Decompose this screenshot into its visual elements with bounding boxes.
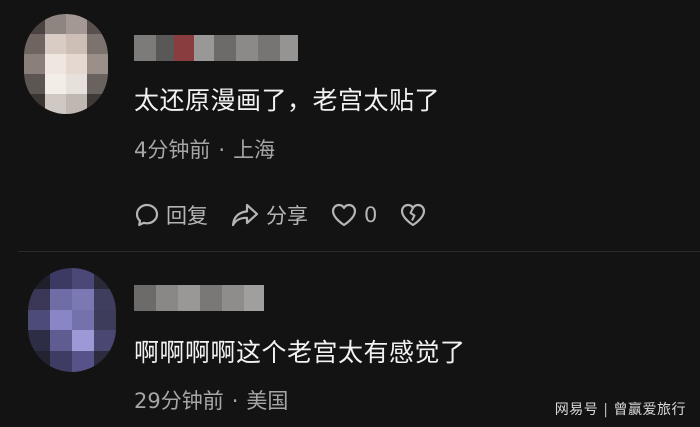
avatar[interactable] bbox=[24, 14, 108, 114]
share-icon bbox=[230, 202, 260, 228]
comment-meta: 4分钟前 · 上海 bbox=[134, 136, 275, 164]
comment-text: 太还原漫画了，老宫太贴了 bbox=[134, 86, 441, 115]
comment-text: 啊啊啊啊这个老宫太有感觉了 bbox=[134, 338, 466, 367]
reply-label: 回复 bbox=[166, 204, 208, 228]
like-count: 0 bbox=[364, 203, 378, 227]
comment-icon bbox=[134, 202, 160, 228]
meta-separator: · bbox=[231, 389, 239, 413]
watermark: 网易号 | 曾赢爱旅行 bbox=[555, 399, 686, 419]
share-button[interactable]: 分享 bbox=[230, 200, 308, 230]
comment-meta: 29分钟前 · 美国 bbox=[134, 387, 288, 415]
reply-button[interactable]: 回复 bbox=[134, 200, 208, 230]
comment-location: 美国 bbox=[246, 389, 289, 413]
like-button[interactable]: 0 bbox=[330, 202, 377, 228]
comment-item: 太还原漫画了，老宫太贴了 4分钟前 · 上海 回复 分享 0 bbox=[0, 0, 700, 250]
share-label: 分享 bbox=[266, 204, 308, 228]
watermark-author: 曾赢爱旅行 bbox=[613, 402, 686, 418]
heart-icon bbox=[330, 202, 358, 228]
dislike-button[interactable] bbox=[399, 202, 427, 228]
avatar[interactable] bbox=[28, 268, 116, 372]
username-blurred[interactable] bbox=[134, 35, 298, 61]
comment-time: 4分钟前 bbox=[134, 138, 211, 162]
comment-time: 29分钟前 bbox=[134, 389, 224, 413]
watermark-divider: | bbox=[603, 402, 609, 418]
meta-separator: · bbox=[218, 138, 226, 162]
watermark-brand: 网易号 bbox=[554, 402, 599, 418]
username-blurred[interactable] bbox=[134, 285, 264, 311]
broken-heart-icon bbox=[399, 202, 427, 228]
comment-actions: 回复 分享 0 bbox=[134, 200, 449, 230]
comment-location: 上海 bbox=[233, 138, 276, 162]
